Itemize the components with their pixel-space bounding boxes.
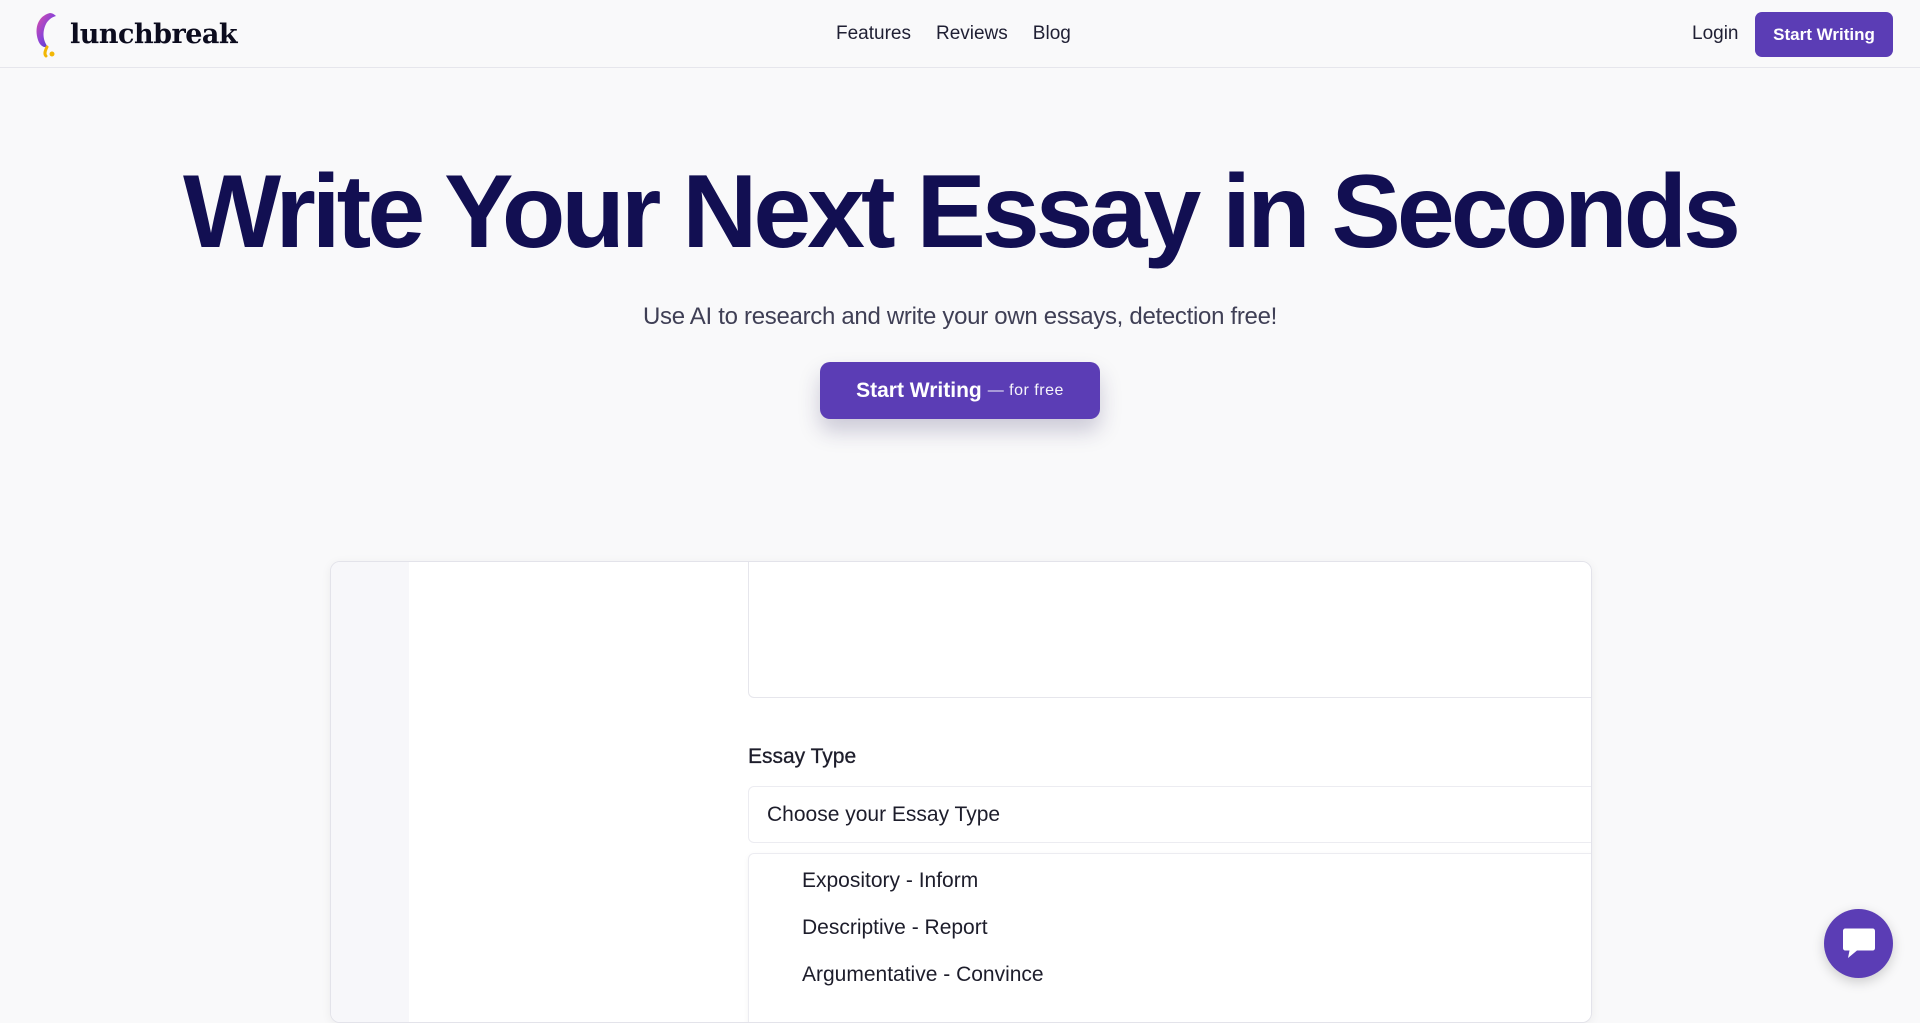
- main-nav: Features Reviews Blog: [836, 0, 1071, 68]
- essay-type-select[interactable]: Choose your Essay Type: [748, 786, 1591, 843]
- feather-logo-icon: [36, 13, 56, 58]
- essay-type-label: Essay Type: [748, 745, 857, 768]
- site-header: lunchbreak Features Reviews Blog Login S…: [0, 0, 1920, 68]
- hero-cta-label: Start Writing: [856, 378, 982, 402]
- nav-blog[interactable]: Blog: [1033, 23, 1071, 45]
- nav-reviews[interactable]: Reviews: [936, 23, 1008, 45]
- hero-cta-sublabel: — for free: [987, 381, 1064, 399]
- essay-option-argumentative[interactable]: Argumentative - Convince: [802, 963, 1044, 987]
- hero-start-writing-button[interactable]: Start Writing — for free: [820, 362, 1100, 419]
- app-preview: Essay Type Choose your Essay Type Exposi…: [330, 561, 1592, 1023]
- login-link[interactable]: Login: [1692, 0, 1739, 68]
- preview-prompt-textarea[interactable]: [748, 562, 1591, 698]
- essay-option-expository[interactable]: Expository - Inform: [802, 869, 978, 893]
- header-start-writing-button[interactable]: Start Writing: [1755, 12, 1893, 57]
- logo-text: lunchbreak: [70, 18, 238, 50]
- nav-features[interactable]: Features: [836, 23, 911, 45]
- essay-type-dropdown: Expository - Inform Descriptive - Report…: [748, 853, 1591, 1022]
- logo-link[interactable]: lunchbreak: [30, 10, 238, 58]
- hero-title: Write Your Next Essay in Seconds: [183, 154, 1741, 270]
- essay-option-descriptive[interactable]: Descriptive - Report: [802, 916, 988, 940]
- preview-sidebar: [331, 562, 409, 1022]
- chat-launcher-button[interactable]: [1824, 909, 1893, 978]
- chat-bubble-icon: [1842, 928, 1875, 958]
- hero-subtitle: Use AI to research and write your own es…: [642, 303, 1278, 330]
